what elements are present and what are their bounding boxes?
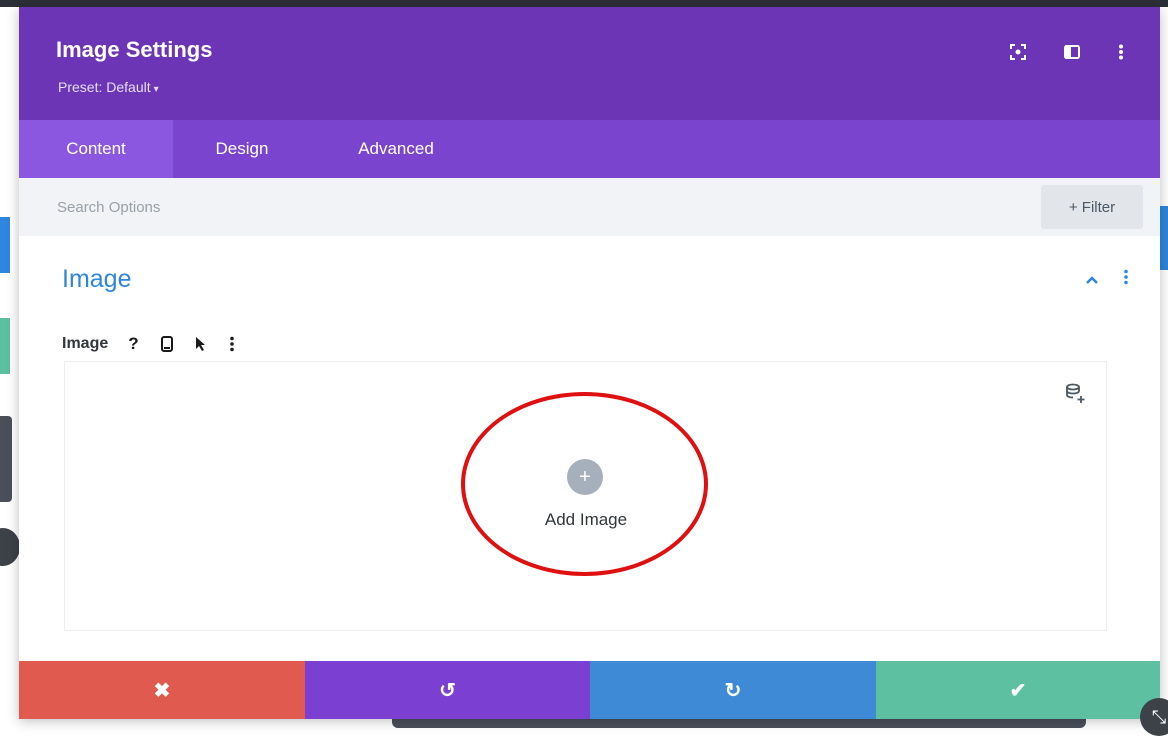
background-side-tab — [0, 416, 12, 502]
save-button[interactable]: ✔ — [876, 661, 1160, 719]
preset-label: Preset: Default — [58, 79, 151, 95]
search-bar: + Filter — [19, 178, 1160, 236]
discard-button[interactable]: ✖ — [19, 661, 305, 719]
undo-button[interactable]: ↺ — [305, 661, 590, 719]
tab-advanced[interactable]: Advanced — [331, 120, 461, 178]
help-icon[interactable]: ? — [128, 334, 138, 354]
close-icon: ✖ — [153, 679, 171, 702]
more-vertical-icon[interactable] — [1109, 40, 1133, 64]
settings-tabs: Content Design Advanced — [19, 120, 1160, 178]
responsive-phone-icon[interactable] — [160, 336, 173, 352]
sidebar-layout-icon[interactable] — [1060, 40, 1084, 64]
focus-icon[interactable] — [1006, 40, 1030, 64]
page-top-bar — [0, 0, 1168, 7]
tab-design[interactable]: Design — [173, 120, 311, 178]
background-nav-circle — [0, 528, 20, 566]
filter-button[interactable]: + Filter — [1041, 185, 1143, 229]
resize-handle-icon[interactable]: ⤡ — [1140, 698, 1168, 736]
tab-content[interactable]: Content — [19, 120, 173, 178]
modal-header: Image Settings Preset: Default ▾ — [19, 7, 1160, 120]
modal-title: Image Settings — [56, 37, 213, 62]
modal-footer: ✖ ↺ ↻ ✔ — [19, 661, 1160, 719]
redo-icon: ↻ — [724, 679, 742, 702]
hover-cursor-icon[interactable] — [195, 336, 207, 352]
check-icon: ✔ — [1009, 679, 1027, 702]
image-settings-modal: Image Settings Preset: Default ▾ Content … — [19, 7, 1160, 719]
undo-icon: ↺ — [439, 679, 456, 702]
redo-button[interactable]: ↻ — [590, 661, 876, 719]
section-more-icon[interactable] — [1123, 269, 1129, 290]
chevron-up-icon[interactable] — [1085, 269, 1099, 290]
field-more-icon[interactable] — [229, 336, 235, 352]
preset-selector[interactable]: Preset: Default ▾ — [58, 79, 159, 95]
caret-down-icon: ▾ — [153, 84, 159, 95]
highlight-annotation-ring — [461, 392, 708, 576]
background-section-teal — [0, 318, 10, 374]
dynamic-content-icon[interactable] — [1063, 382, 1087, 406]
search-input[interactable] — [57, 192, 1017, 222]
image-field-header: Image ? — [62, 331, 257, 357]
field-label: Image — [62, 335, 109, 352]
background-section-blue — [0, 217, 10, 273]
section-title[interactable]: Image — [62, 265, 131, 294]
